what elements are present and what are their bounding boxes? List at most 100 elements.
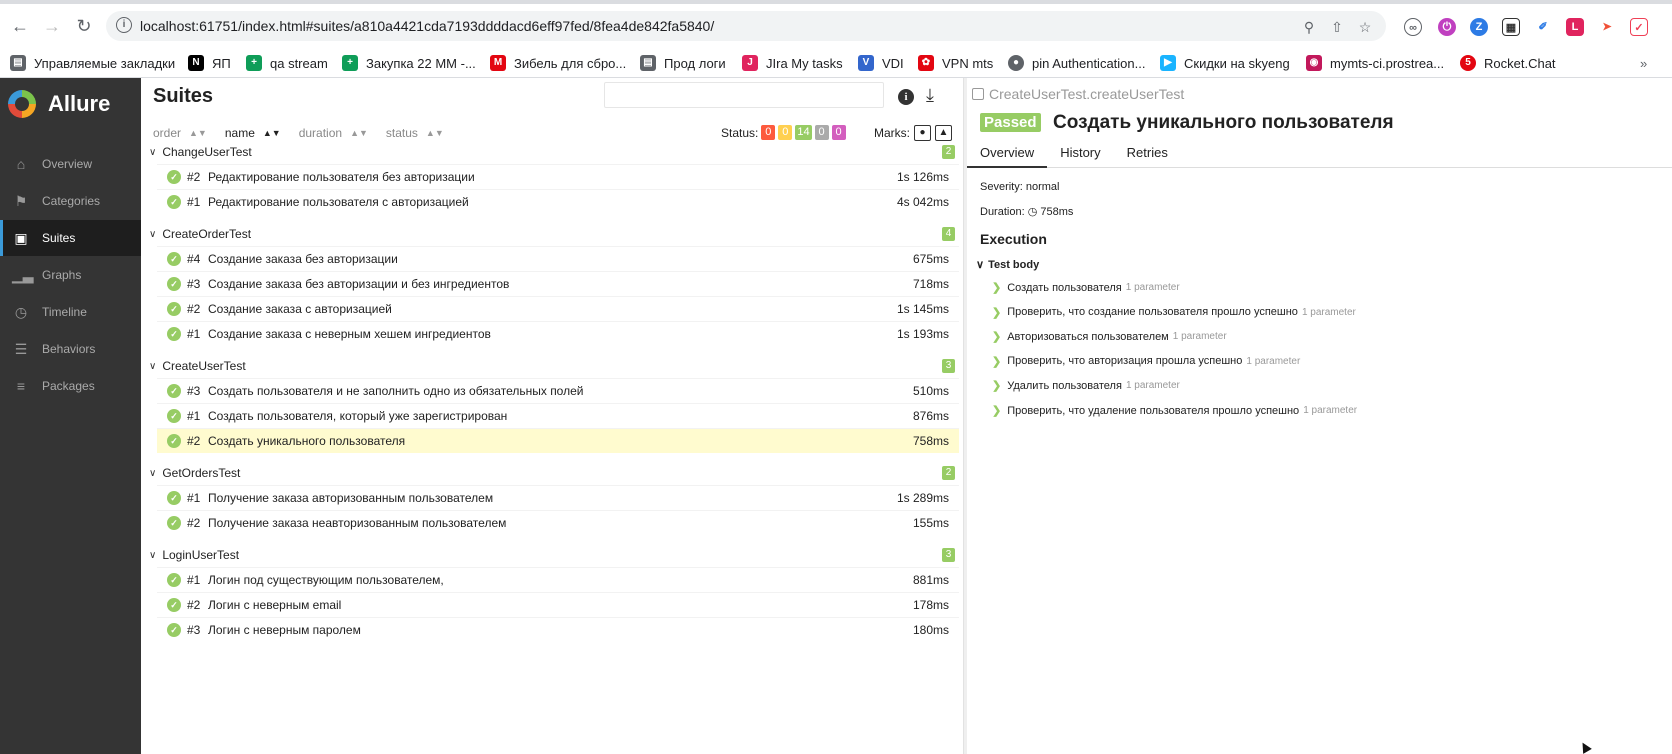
suite-group-header[interactable]: ∨ ChangeUserTest 2 bbox=[149, 141, 955, 163]
zoom-icon[interactable]: ⚲ bbox=[1300, 18, 1318, 36]
test-order: #3 bbox=[187, 384, 201, 398]
test-body-toggle[interactable]: ∨ Test body bbox=[976, 258, 1039, 272]
sort-icon: ▲▼ bbox=[262, 128, 281, 138]
step-item[interactable]: ❯ Проверить, что авторизация прошла успеш… bbox=[992, 355, 1300, 368]
sort-status[interactable]: status ▲▼ bbox=[386, 125, 444, 141]
bookmark-item[interactable]: ▤ Прод логи bbox=[640, 53, 726, 73]
sidebar-item-behaviors[interactable]: ☰ Behaviors bbox=[0, 331, 141, 367]
test-order: #1 bbox=[187, 195, 201, 209]
sidebar-item-overview[interactable]: ⌂ Overview bbox=[0, 146, 141, 182]
test-row[interactable]: ✓ #2 Создание заказа с авторизацией 1s 145m… bbox=[157, 296, 959, 321]
bookmark-item[interactable]: 5 Rocket.Chat bbox=[1460, 53, 1556, 73]
more-bookmarks-icon[interactable]: » bbox=[1640, 53, 1647, 73]
bookmark-item[interactable]: ▤ Управляемые закладки bbox=[10, 53, 175, 73]
suite-group-header[interactable]: ∨ CreateOrderTest 4 bbox=[149, 223, 955, 245]
extension-icon[interactable]: Z bbox=[1470, 18, 1488, 36]
home-icon: ⌂ bbox=[16, 156, 26, 172]
step-item[interactable]: ❯ Проверить, что удаление пользователя пр… bbox=[992, 404, 1357, 418]
step-item[interactable]: ❯ Удалить пользователя 1 parameter bbox=[992, 379, 1180, 393]
test-row[interactable]: ✓ #1 Получение заказа авторизованным польз… bbox=[157, 485, 959, 510]
chevron-down-icon: ∨ bbox=[149, 549, 157, 561]
test-duration: 178ms bbox=[912, 598, 949, 612]
bookmark-item[interactable]: ✿ VPN mts bbox=[918, 53, 993, 73]
extension-icon[interactable]: ∞ bbox=[1404, 18, 1422, 36]
passed-check-icon: ✓ bbox=[167, 252, 181, 266]
bookmark-item[interactable]: M Зибель для сбро... bbox=[490, 53, 626, 73]
status-unknown-toggle[interactable]: 0 bbox=[831, 125, 846, 140]
mts-icon: M bbox=[490, 55, 506, 71]
site-info-icon[interactable]: i bbox=[116, 17, 132, 33]
duration: Duration: ◷ 758ms bbox=[980, 206, 1074, 218]
step-item[interactable]: ❯ Создать пользователя 1 parameter bbox=[992, 281, 1180, 295]
bookmark-star-icon[interactable]: ☆ bbox=[1356, 18, 1374, 36]
pocket-icon[interactable]: ✓ bbox=[1630, 18, 1648, 36]
test-row[interactable]: ✓ #2 Создать уникального пользователя 758ms bbox=[157, 428, 959, 453]
sort-order[interactable]: order ▲▼ bbox=[153, 125, 207, 141]
test-row[interactable]: ✓ #2 Логин с неверным email 178ms bbox=[157, 592, 959, 617]
step-item[interactable]: ❯ Авторизоваться пользователем 1 parameter bbox=[992, 330, 1227, 344]
test-row[interactable]: ✓ #4 Создание заказа без авторизации 675ms bbox=[157, 246, 959, 271]
clock-icon: ◷ bbox=[14, 304, 28, 320]
bookmark-item[interactable]: ▶ Скидки на skyeng bbox=[1160, 53, 1290, 73]
download-icon[interactable]: ⤓ bbox=[926, 85, 934, 106]
status-passed-toggle[interactable]: 14 bbox=[795, 125, 812, 140]
info-icon[interactable]: i bbox=[898, 89, 914, 105]
test-row[interactable]: ✓ #2 Получение заказа неавторизованным пол… bbox=[157, 510, 959, 535]
tab-retries[interactable]: Retries bbox=[1114, 144, 1181, 168]
status-broken-toggle[interactable]: 0 bbox=[778, 125, 793, 140]
suite-group-header[interactable]: ∨ CreateUserTest 3 bbox=[149, 355, 955, 377]
test-row[interactable]: ✓ #1 Редактирование пользователя с авториз… bbox=[157, 189, 959, 214]
tab-history[interactable]: History bbox=[1047, 144, 1113, 168]
marks-filter: Marks: ● ▲ bbox=[874, 125, 952, 141]
url-text[interactable]: localhost:61751/index.html#suites/a810a4… bbox=[140, 18, 714, 34]
sidebar-item-packages[interactable]: ≡ Packages bbox=[0, 368, 141, 404]
test-row[interactable]: ✓ #1 Создать пользователя, который уже зар… bbox=[157, 403, 959, 428]
new-failed-mark-icon[interactable]: ▲ bbox=[935, 125, 952, 141]
qr-icon[interactable]: ▦ bbox=[1502, 18, 1520, 36]
status-skipped-toggle[interactable]: 0 bbox=[814, 125, 829, 140]
copy-icon[interactable] bbox=[972, 88, 984, 100]
test-row[interactable]: ✓ #1 Логин под существующим пользователем,… bbox=[157, 567, 959, 592]
suite-group-header[interactable]: ∨ LoginUserTest 3 bbox=[149, 544, 955, 566]
brand[interactable]: Allure bbox=[8, 90, 110, 118]
bookmark-item[interactable]: N ЯП bbox=[188, 53, 231, 73]
list-icon: ☰ bbox=[14, 341, 28, 357]
tab-overview[interactable]: Overview bbox=[967, 144, 1048, 168]
back-icon[interactable]: ← bbox=[8, 14, 32, 38]
step-item[interactable]: ❯ Проверить, что создание пользователя пр… bbox=[992, 306, 1356, 319]
swift-icon[interactable]: ➤ bbox=[1598, 18, 1616, 36]
sidebar-item-graphs[interactable]: ▁▃ Graphs bbox=[0, 257, 141, 293]
test-row[interactable]: ✓ #3 Создание заказа без авторизации и без… bbox=[157, 271, 959, 296]
sort-name[interactable]: name ▲▼ bbox=[225, 125, 281, 141]
test-row[interactable]: ✓ #2 Редактирование пользователя без автор… bbox=[157, 164, 959, 189]
status-failed-toggle[interactable]: 0 bbox=[761, 125, 776, 140]
address-bar[interactable]: i localhost:61751/index.html#suites/a810… bbox=[106, 11, 1386, 41]
test-order: #1 bbox=[187, 409, 201, 423]
test-row[interactable]: ✓ #3 Создать пользователя и не заполнить о… bbox=[157, 378, 959, 403]
sort-duration[interactable]: duration ▲▼ bbox=[299, 125, 368, 141]
flaky-mark-icon[interactable]: ● bbox=[914, 125, 931, 141]
share-icon[interactable]: ⇧ bbox=[1328, 18, 1346, 36]
sidebar-item-categories[interactable]: ⚑ Categories bbox=[0, 183, 141, 219]
page-title: Suites bbox=[153, 85, 214, 107]
bookmark-item[interactable]: + Закупка 22 ММ -... bbox=[342, 53, 476, 73]
chevron-right-icon: ❯ bbox=[992, 380, 1002, 393]
bookmark-item[interactable]: ◉ mymts-ci.prostrea... bbox=[1306, 53, 1444, 73]
forward-icon[interactable]: → bbox=[40, 14, 64, 38]
test-row[interactable]: ✓ #3 Логин с неверным паролем 180ms bbox=[157, 617, 959, 642]
extension-icon[interactable]: L bbox=[1566, 18, 1584, 36]
sidebar-item-suites[interactable]: ▣ Suites bbox=[0, 220, 141, 256]
pen-icon[interactable]: ✐ bbox=[1534, 18, 1552, 36]
bookmark-item[interactable]: ● pin Authentication... bbox=[1008, 53, 1145, 73]
test-row[interactable]: ✓ #1 Создание заказа с неверным хешем ингр… bbox=[157, 321, 959, 346]
passed-check-icon: ✓ bbox=[167, 277, 181, 291]
suite-group-header[interactable]: ∨ GetOrdersTest 2 bbox=[149, 462, 955, 484]
sidebar-item-timeline[interactable]: ◷ Timeline bbox=[0, 294, 141, 330]
bookmark-item[interactable]: J JIra My tasks bbox=[742, 53, 843, 73]
search-input[interactable] bbox=[604, 82, 884, 108]
bookmark-item[interactable]: V VDI bbox=[858, 53, 904, 73]
reload-icon[interactable]: ↻ bbox=[72, 14, 96, 38]
extension-icon[interactable]: ⏻ bbox=[1438, 18, 1456, 36]
bookmark-item[interactable]: + qa stream bbox=[246, 53, 328, 73]
test-duration: 1s 289ms bbox=[896, 491, 949, 505]
